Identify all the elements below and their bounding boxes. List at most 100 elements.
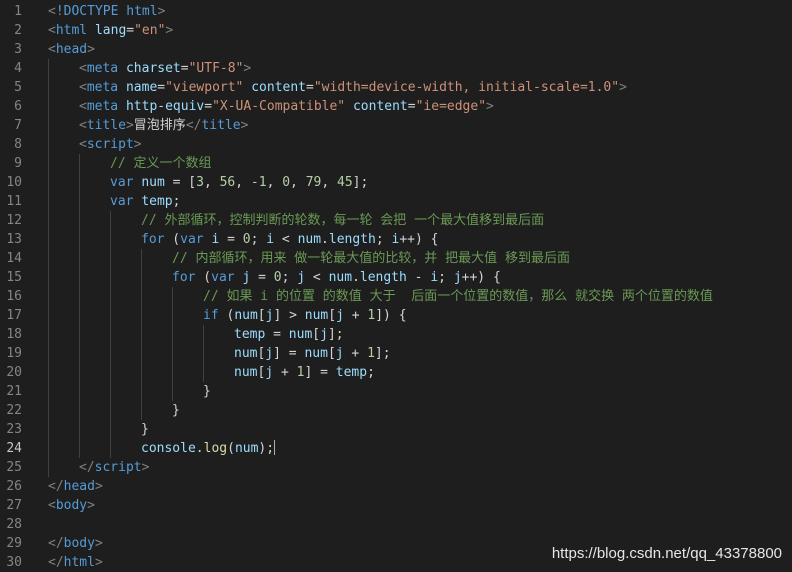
code-text: <!DOCTYPE html>	[48, 2, 165, 21]
code-token: [	[257, 308, 266, 323]
code-token: </	[48, 536, 64, 551]
line-number: 5	[14, 80, 22, 95]
line-number: 6	[14, 99, 22, 114]
code-token: num	[304, 308, 329, 323]
line-number: 13	[6, 232, 22, 247]
code-token: num	[141, 175, 165, 190]
code-token: "ie=edge"	[415, 99, 487, 114]
code-token: num	[328, 270, 353, 285]
code-line[interactable]: 19 num[j] = num[j + 1];	[0, 344, 792, 363]
code-line[interactable]: 26 </head>	[0, 477, 792, 496]
code-token: head	[55, 42, 88, 57]
code-token: (	[218, 308, 235, 323]
code-line[interactable]: 9 // 定义一个数组	[0, 154, 792, 173]
code-line[interactable]: 7 <title>冒泡排序</title>	[0, 116, 792, 135]
line-number: 12	[6, 213, 22, 228]
code-line[interactable]: 15 for (var j = 0; j < num.length - i; j+…	[0, 268, 792, 287]
code-token: ];	[327, 327, 344, 342]
code-line[interactable]: 20 num[j + 1] = temp;	[0, 363, 792, 382]
code-token: =	[157, 80, 166, 95]
code-token: <	[48, 42, 56, 57]
code-line[interactable]: 12 // 外部循环，控制判断的轮数，每一轮 会把 一个最大值移到最后面	[0, 211, 792, 230]
line-number: 2	[14, 23, 22, 38]
code-token: ];	[374, 346, 391, 361]
code-line[interactable]: 11 var temp;	[0, 192, 792, 211]
code-token: // 定义一个数组	[110, 156, 212, 171]
code-token: </	[48, 555, 64, 570]
code-line[interactable]: 24 console.log(num);	[0, 439, 792, 458]
code-token: ] >	[273, 308, 305, 323]
code-token: <	[79, 137, 87, 152]
code-token: lang	[94, 23, 127, 38]
code-token: i	[430, 270, 439, 285]
indent-guide	[141, 249, 142, 420]
code-line[interactable]: 22}	[0, 401, 792, 420]
line-number: 25	[6, 460, 22, 475]
code-line[interactable]: 18 temp = num[j];	[0, 325, 792, 344]
code-token: log	[203, 441, 228, 456]
code-token: </	[48, 479, 64, 494]
code-line[interactable]: 3 <head>	[0, 40, 792, 59]
line-number: 27	[6, 498, 22, 513]
code-token: (	[195, 270, 212, 285]
code-line[interactable]: 17 if (num[j] > num[j + 1]) {	[0, 306, 792, 325]
code-line[interactable]: 28	[0, 515, 792, 534]
code-line[interactable]: 5 <meta name="viewport" content="width=de…	[0, 78, 792, 97]
code-line[interactable]: 25 </script>	[0, 458, 792, 477]
code-token: [	[327, 346, 336, 361]
code-editor[interactable]: 1 <!DOCTYPE html> 2 <html lang="en"> 3 <head>…	[0, 0, 792, 572]
indent-guide	[48, 59, 49, 477]
code-token: 3	[196, 175, 204, 190]
line-number: 23	[6, 422, 22, 437]
code-line[interactable]: 23}	[0, 420, 792, 439]
code-token: var	[110, 194, 142, 209]
code-token: [	[312, 327, 321, 342]
code-token: // 外部循环，控制判断的轮数，每一轮 会把 一个最大值移到最后面	[141, 213, 545, 228]
code-token: j	[335, 346, 344, 361]
code-token: j	[297, 270, 306, 285]
code-line[interactable]: 21}	[0, 382, 792, 401]
code-token: temp	[234, 327, 266, 342]
code-token: +	[343, 308, 368, 323]
code-line[interactable]: 6 <meta http-equiv="X-UA-Compatible" cont…	[0, 97, 792, 116]
code-token: ;	[367, 365, 375, 380]
code-token: name	[125, 80, 158, 95]
code-text: </html>	[48, 553, 103, 572]
line-number: 15	[6, 270, 22, 285]
code-token: }	[203, 384, 211, 399]
code-token: >	[157, 4, 166, 19]
line-number: 20	[6, 365, 22, 380]
code-line[interactable]: 16 // 如果 i 的位置 的数值 大于 后面一个位置的数值，那么 就交换 两个…	[0, 287, 792, 306]
code-line[interactable]: 10 var num = [3, 56, -1, 0, 79, 45];	[0, 173, 792, 192]
code-line[interactable]: 2 <html lang="en">	[0, 21, 792, 40]
code-line[interactable]: 8 <script>	[0, 135, 792, 154]
code-line[interactable]: 1 <!DOCTYPE html>	[0, 2, 792, 21]
code-text: var num = [3, 56, -1, 0, 79, 45];	[110, 173, 368, 192]
code-token: num	[288, 327, 313, 342]
code-token: =	[407, 99, 416, 114]
code-text: <body>	[48, 496, 95, 515]
code-token: // 内部循环，用来 做一轮最大值的比较，并 把最大值 移到最后面	[172, 251, 570, 266]
code-token: =	[204, 99, 213, 114]
line-number: 1	[14, 4, 22, 19]
code-text: </body>	[48, 534, 103, 553]
code-token: var	[110, 175, 142, 190]
code-token: (	[164, 232, 181, 247]
code-line[interactable]: 13 for (var i = 0; i < num.length; i++) {	[0, 230, 792, 249]
code-line[interactable]: 14 // 内部循环，用来 做一轮最大值的比较，并 把最大值 移到最后面	[0, 249, 792, 268]
line-number: 28	[6, 517, 22, 532]
code-token: length	[328, 232, 376, 247]
code-token: ,	[290, 175, 306, 190]
code-token: +	[273, 365, 297, 380]
code-line[interactable]: 27 <body>	[0, 496, 792, 515]
code-token: 0	[242, 232, 251, 247]
code-token: .	[352, 270, 360, 285]
indent-guide	[172, 287, 173, 401]
code-text: <title>冒泡排序</title>	[79, 116, 248, 135]
code-token: "viewport"	[165, 80, 244, 95]
code-line[interactable]: 4 <meta charset="UTF-8">	[0, 59, 792, 78]
code-text: </script>	[79, 458, 149, 477]
code-token: ++) {	[399, 232, 439, 247]
code-token: <	[305, 270, 329, 285]
